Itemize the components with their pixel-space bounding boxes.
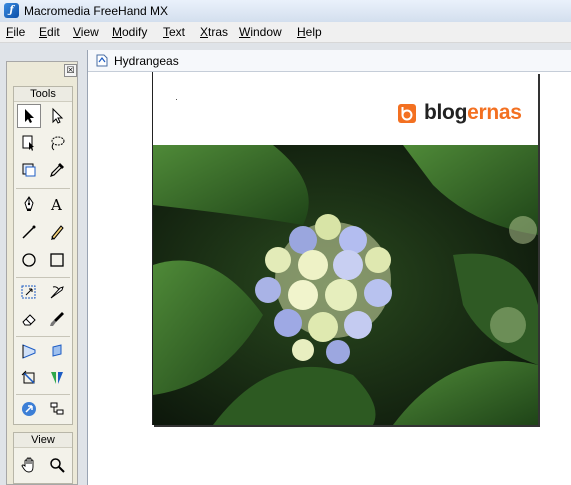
- menu-text[interactable]: Text: [163, 25, 185, 39]
- tools-divider: [16, 336, 70, 337]
- document-window[interactable]: Hydrangeas blogernas: [87, 50, 571, 485]
- menu-edit[interactable]: Edit: [39, 25, 60, 39]
- chart-tool-icon[interactable]: [45, 397, 69, 421]
- pen-tool-icon[interactable]: [17, 192, 41, 216]
- svg-text:A: A: [50, 196, 62, 213]
- tools-divider: [16, 188, 70, 189]
- page[interactable]: blogernas: [152, 72, 538, 425]
- tools-divider: [16, 277, 70, 278]
- scale-tool-icon[interactable]: [17, 158, 41, 182]
- freehand-app-icon: ƒ: [4, 3, 19, 18]
- document-canvas[interactable]: blogernas: [88, 72, 571, 485]
- text-tool-icon[interactable]: A: [45, 192, 69, 216]
- subselect-tool-icon[interactable]: [45, 104, 69, 128]
- menu-file[interactable]: File: [6, 25, 25, 39]
- pointer-tool-icon[interactable]: [17, 104, 41, 128]
- menu-window[interactable]: Window: [239, 25, 282, 39]
- page-tool-icon[interactable]: [17, 131, 41, 155]
- rectangle-tool-icon[interactable]: [45, 248, 69, 272]
- 3d-rotation-tool-icon[interactable]: [45, 339, 69, 363]
- menu-modify[interactable]: Modify: [112, 25, 147, 39]
- document-titlebar: Hydrangeas: [88, 50, 571, 72]
- document-title: Hydrangeas: [114, 54, 179, 68]
- line-tool-icon[interactable]: [17, 220, 41, 244]
- menubar: File Edit View Modify Text Xtras Window …: [0, 22, 571, 43]
- page-marker: [176, 99, 177, 100]
- mirror-tool-icon[interactable]: [45, 366, 69, 390]
- lasso-tool-icon[interactable]: [45, 131, 69, 155]
- brush-tool-icon[interactable]: [45, 307, 69, 331]
- connector-tool-icon[interactable]: [17, 397, 41, 421]
- blogernas-logo: blogernas: [398, 100, 522, 126]
- ellipse-tool-icon[interactable]: [17, 248, 41, 272]
- hydrangea-photo[interactable]: [153, 145, 538, 425]
- tools-label: Tools: [14, 87, 72, 102]
- tools-group: Tools A: [13, 86, 73, 425]
- app-titlebar: ƒ Macromedia FreeHand MX: [0, 0, 571, 23]
- eraser-tool-icon[interactable]: [17, 307, 41, 331]
- view-group: View: [13, 432, 73, 484]
- app-title: Macromedia FreeHand MX: [24, 4, 169, 18]
- tools-divider: [16, 394, 70, 395]
- close-icon[interactable]: ☒: [64, 64, 77, 77]
- perspective-tool-icon[interactable]: [17, 339, 41, 363]
- view-label: View: [14, 433, 72, 448]
- knife-tool-icon[interactable]: [45, 280, 69, 304]
- document-icon: [96, 54, 108, 67]
- eyedropper-tool-icon[interactable]: [45, 158, 69, 182]
- crop-tool-icon[interactable]: [17, 366, 41, 390]
- blogernas-logo-icon: [398, 103, 416, 123]
- zoom-tool-icon[interactable]: [45, 453, 69, 477]
- free-transform-tool-icon[interactable]: [17, 280, 41, 304]
- menu-view[interactable]: View: [73, 25, 99, 39]
- workspace: ☒ Tools A View Hydrangeas blogernas: [0, 43, 571, 485]
- pencil-tool-icon[interactable]: [45, 220, 69, 244]
- tools-panel: ☒ Tools A View: [6, 61, 78, 485]
- blogernas-logo-text: blogernas: [424, 101, 522, 124]
- menu-help[interactable]: Help: [297, 25, 322, 39]
- hand-tool-icon[interactable]: [17, 453, 41, 477]
- menu-xtras[interactable]: Xtras: [200, 25, 228, 39]
